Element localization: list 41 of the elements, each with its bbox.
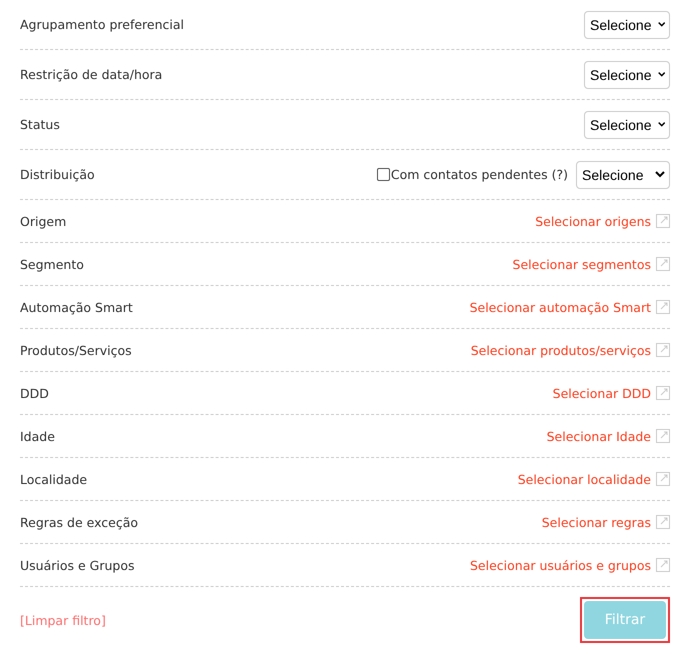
external-link-icon <box>656 386 670 400</box>
external-link-icon <box>656 515 670 529</box>
field-label: Status <box>20 117 60 132</box>
external-link-icon <box>656 300 670 314</box>
checkbox-option[interactable]: Com contatos pendentes (?) <box>376 167 568 182</box>
chevron-down-icon <box>658 21 665 28</box>
field-label: Restrição de data/hora <box>20 67 162 82</box>
select-link[interactable]: Selecionar automação Smart <box>470 300 651 314</box>
field-label: Idade <box>20 428 55 444</box>
select-link[interactable]: Selecionar DDD <box>552 386 651 400</box>
chevron-down-icon <box>658 121 665 128</box>
field-label: Usuários e Grupos <box>20 558 134 572</box>
external-link-icon <box>656 257 670 271</box>
select-link[interactable]: Selecionar localidade <box>518 472 651 486</box>
external-link-icon <box>656 429 670 443</box>
select-link[interactable]: Selecionar origens <box>535 214 651 228</box>
select-link[interactable]: Selecionar Idade <box>546 428 651 444</box>
dropdown-select[interactable]: Selecione <box>576 160 670 188</box>
external-link-icon <box>656 472 670 486</box>
field-label: Localidade <box>20 472 88 486</box>
field-label: Segmento <box>20 256 84 272</box>
select-link[interactable]: Selecionar regras <box>542 514 651 530</box>
chevron-down-icon <box>658 71 665 78</box>
external-link-icon <box>656 558 670 572</box>
select-link[interactable]: Selecionar produtos/serviços <box>470 342 651 358</box>
select-link[interactable]: Selecionar usuários e grupos <box>470 558 651 572</box>
field-label: DDD <box>20 386 49 400</box>
field-label: Origem <box>20 214 66 228</box>
dropdown-select[interactable]: Selecione <box>584 60 670 88</box>
chevron-down-icon <box>655 171 665 178</box>
field-label: Agrupamento preferencial <box>20 17 184 32</box>
dropdown-select[interactable]: Selecione <box>584 10 670 38</box>
external-link-icon <box>656 343 670 357</box>
field-label: Automação Smart <box>20 300 133 314</box>
external-link-icon <box>656 214 670 228</box>
clear-filter-link[interactable]: [Limpar filtro] <box>20 612 106 628</box>
field-label: Produtos/Serviços <box>20 342 132 358</box>
field-label: Distribuição <box>20 167 95 182</box>
field-label: Regras de exceção <box>20 514 138 530</box>
dropdown-select[interactable]: Selecione <box>584 110 670 138</box>
select-link[interactable]: Selecionar segmentos <box>512 256 651 272</box>
